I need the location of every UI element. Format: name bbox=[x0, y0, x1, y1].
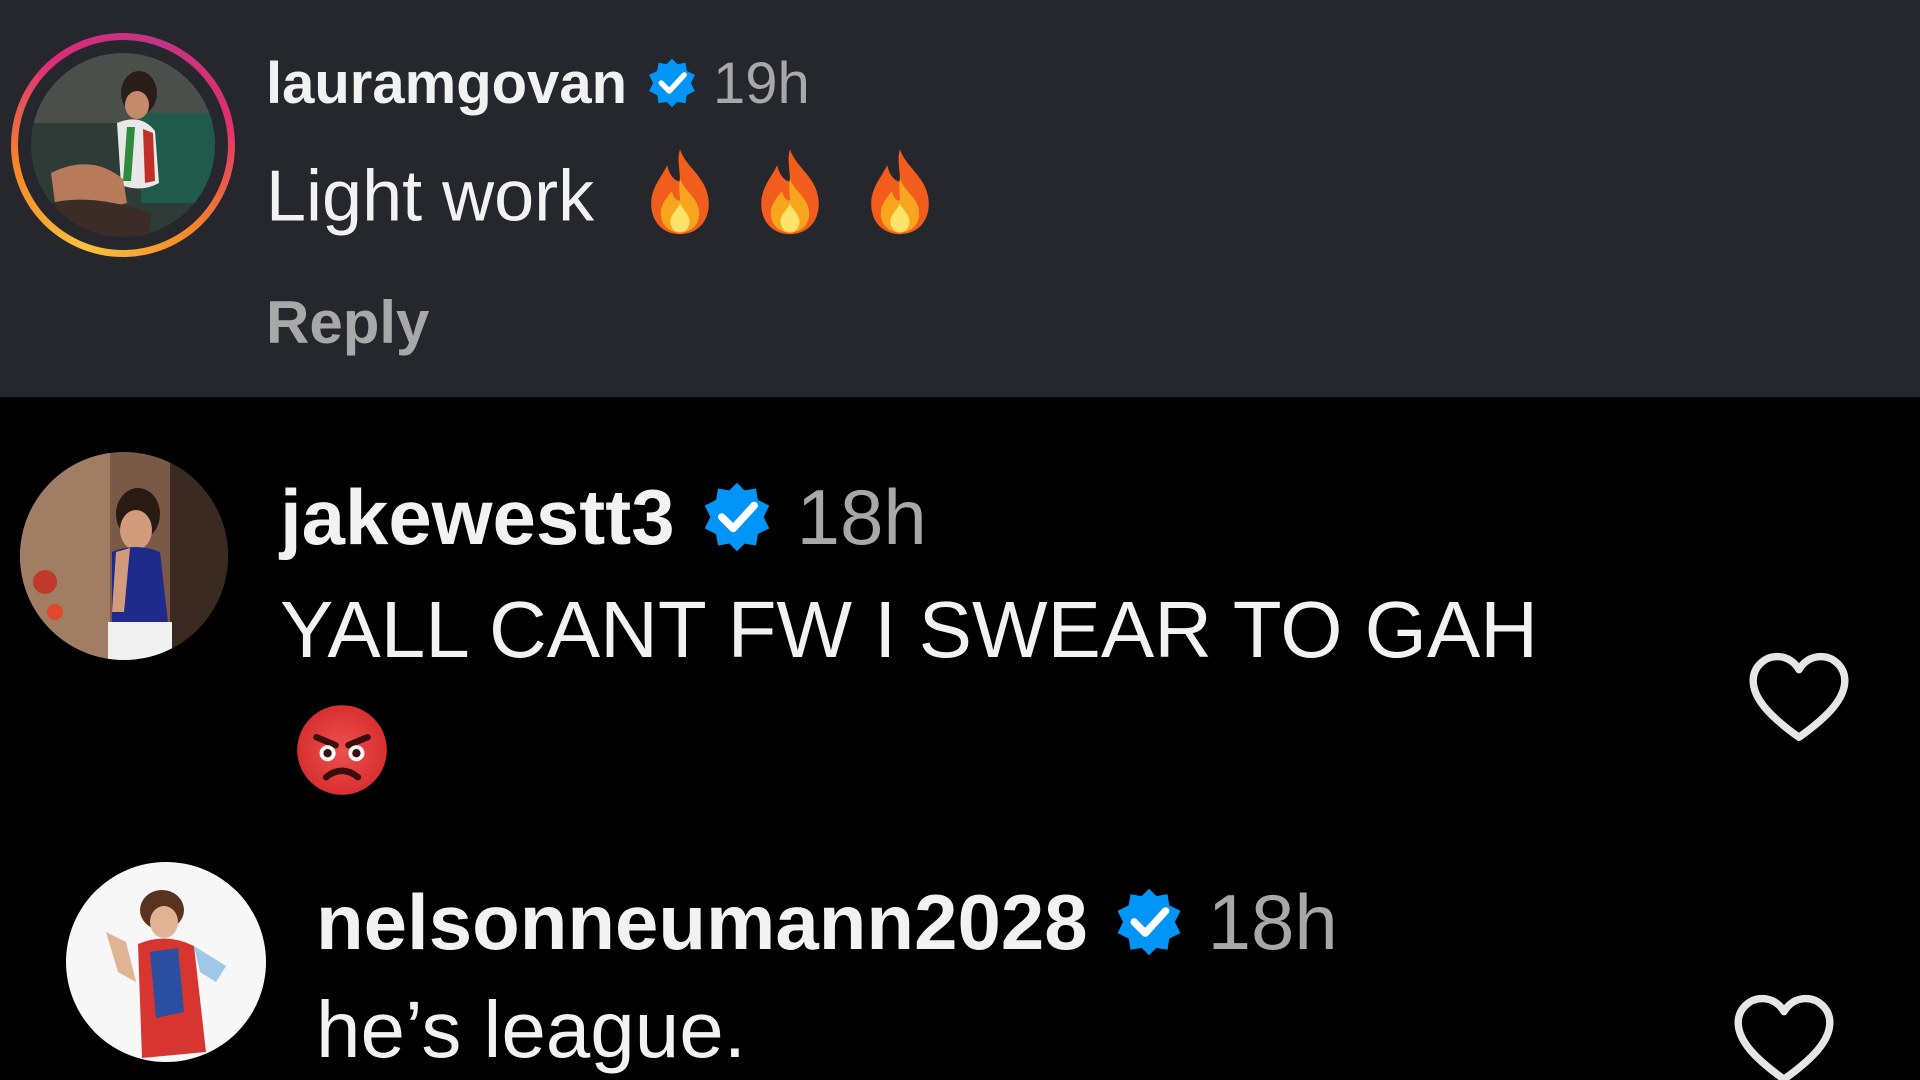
heart-outline-icon bbox=[1749, 652, 1849, 741]
comment-time: 19h bbox=[713, 50, 810, 116]
like-button[interactable] bbox=[1730, 992, 1838, 1080]
avatar[interactable] bbox=[20, 452, 228, 660]
comment-body: he’s league. bbox=[316, 985, 746, 1074]
avatar[interactable] bbox=[66, 862, 266, 1062]
fire-emoji-icon bbox=[852, 143, 948, 260]
comment-header: jakewestt3 18h bbox=[280, 473, 927, 561]
fire-emoji-icon bbox=[632, 143, 728, 260]
username[interactable]: jakewestt3 bbox=[280, 472, 675, 563]
angry-face-emoji-icon bbox=[294, 702, 390, 798]
comment-body: Light work bbox=[266, 156, 595, 237]
like-button[interactable] bbox=[1745, 650, 1853, 746]
username[interactable]: lauramgovan bbox=[266, 50, 627, 117]
reply-button[interactable]: Reply bbox=[266, 288, 429, 357]
username[interactable]: nelsonneumann2028 bbox=[316, 877, 1088, 968]
comments-view: lauramgovan 19h Light work Reply jakewes… bbox=[0, 0, 1920, 1080]
highlighted-comment: lauramgovan 19h Light work Reply bbox=[0, 0, 1920, 397]
fire-emoji-icon bbox=[742, 143, 838, 260]
comment-text: Light work bbox=[266, 143, 948, 260]
heart-outline-icon bbox=[1734, 994, 1834, 1080]
verified-badge-icon bbox=[1112, 885, 1186, 959]
verified-badge-icon bbox=[699, 479, 775, 555]
comment-body: YALL CANT FW I SWEAR TO GAH bbox=[280, 585, 1539, 674]
comment-header: nelsonneumann2028 18h bbox=[316, 878, 1338, 966]
comment-time: 18h bbox=[796, 472, 927, 561]
verified-badge-icon bbox=[645, 56, 699, 110]
avatar[interactable] bbox=[31, 53, 215, 237]
comment-header: lauramgovan 19h bbox=[266, 50, 810, 116]
comment-time: 18h bbox=[1207, 877, 1338, 966]
